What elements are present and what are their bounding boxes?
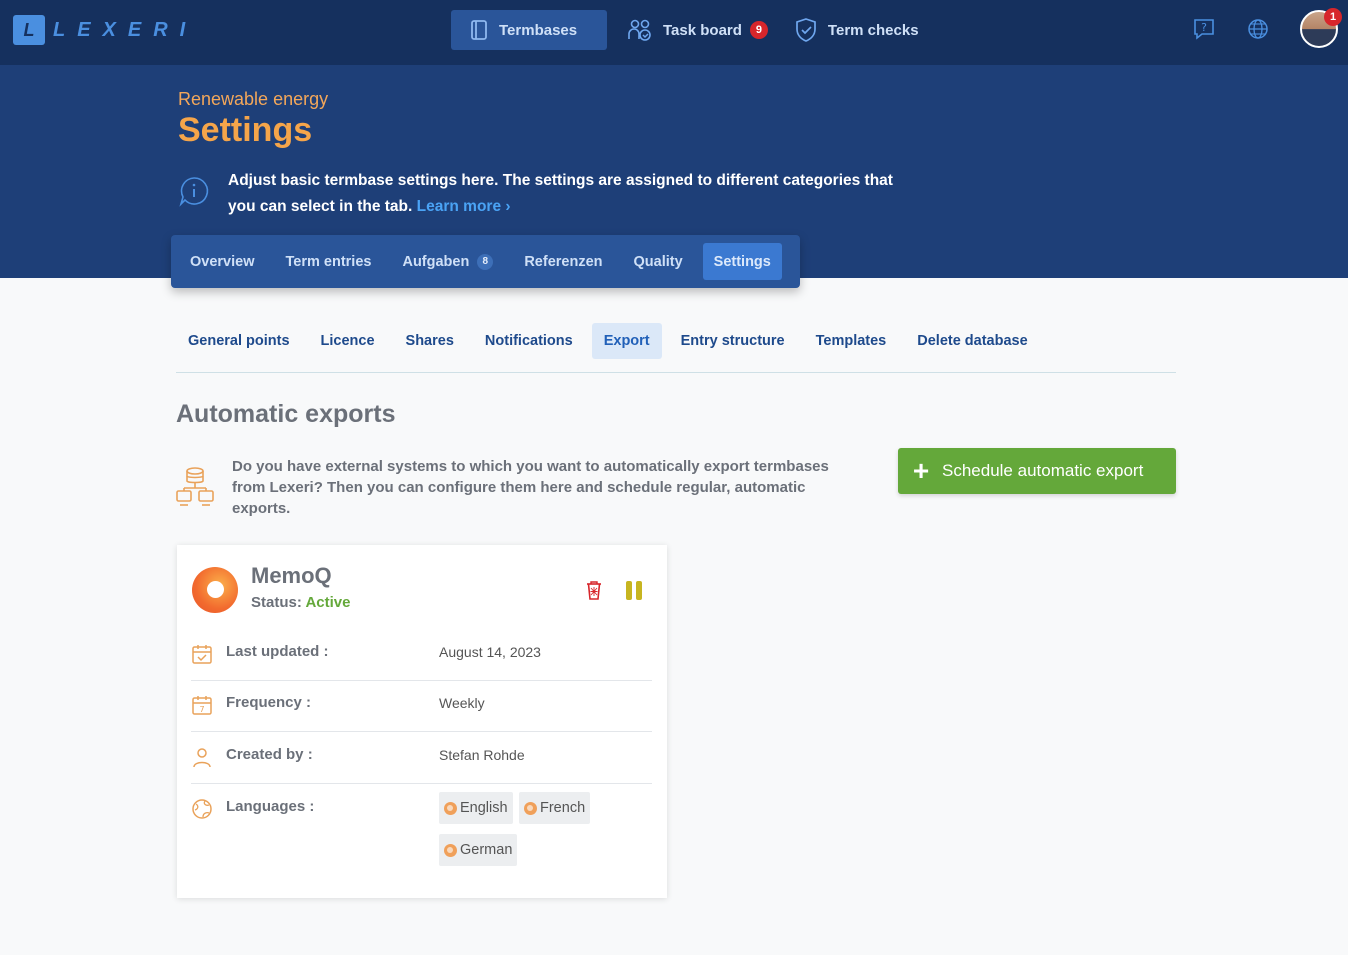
- frequency-label: Frequency :: [226, 694, 312, 711]
- language-chip-german: German: [439, 834, 518, 866]
- memoq-logo-icon: [192, 567, 238, 613]
- last-updated-value: August 14, 2023: [439, 644, 541, 660]
- row-created-by: Created by : Stefan Rohde: [191, 746, 652, 784]
- breadcrumb-termbase[interactable]: Renewable energy: [178, 89, 328, 110]
- user-icon: [193, 748, 211, 768]
- user-avatar[interactable]: 1: [1300, 8, 1342, 48]
- settings-subtabs: General points Licence Shares Notificati…: [176, 323, 1176, 373]
- aufgaben-count-badge: 8: [477, 253, 494, 270]
- row-languages: Languages : English French German: [191, 792, 652, 878]
- subtab-licence[interactable]: Licence: [309, 323, 387, 359]
- tab-quality[interactable]: Quality: [623, 243, 694, 280]
- schedule-automatic-export-button[interactable]: + Schedule automatic export: [898, 448, 1176, 494]
- info-text: Adjust basic termbase settings here. The…: [228, 172, 893, 215]
- nav-task-board[interactable]: Task board 9: [627, 10, 768, 50]
- svg-text:?: ?: [1201, 21, 1207, 34]
- section-title: Automatic exports: [176, 400, 396, 428]
- subtab-shares[interactable]: Shares: [394, 323, 466, 359]
- top-right-actions: ? 1: [1192, 8, 1342, 48]
- chevron-right-icon: ›: [505, 198, 511, 215]
- svg-text:7: 7: [199, 705, 204, 714]
- database-network-icon: [176, 467, 214, 506]
- help-icon[interactable]: ?: [1192, 17, 1216, 41]
- language-chip-french: French: [519, 792, 591, 824]
- created-by-label: Created by :: [226, 746, 313, 763]
- tab-aufgaben-label: Aufgaben: [402, 253, 470, 270]
- export-target-name: MemoQ: [251, 563, 332, 588]
- last-updated-label: Last updated :: [226, 643, 329, 660]
- pause-icon[interactable]: [626, 581, 644, 600]
- language-chip-english: English: [439, 792, 513, 824]
- calendar-check-icon: [192, 645, 212, 664]
- export-card-memoq: MemoQ Status: Active Last updated : Augu…: [177, 545, 667, 898]
- section-intro: Do you have external systems to which yo…: [232, 458, 829, 517]
- calendar-icon: 7: [192, 696, 212, 715]
- nav-task-board-label: Task board: [663, 21, 742, 39]
- subtab-delete-database[interactable]: Delete database: [905, 323, 1039, 359]
- language-name: German: [460, 842, 513, 858]
- status-value: Active: [305, 594, 351, 611]
- globe-icon: [444, 843, 457, 857]
- plus-icon: +: [912, 455, 930, 486]
- task-board-count-badge: 9: [749, 21, 768, 39]
- nav-termbases[interactable]: Termbases: [451, 10, 607, 50]
- top-navigation-bar: L LEXERI Termbases Task board 9 Term che…: [0, 0, 1348, 65]
- page-title: Settings: [178, 111, 313, 149]
- subtab-templates[interactable]: Templates: [804, 323, 899, 359]
- trash-icon[interactable]: [584, 579, 604, 601]
- languages-label: Languages :: [226, 798, 315, 815]
- globe-icon: [524, 801, 537, 815]
- row-frequency: 7 Frequency : Weekly: [191, 694, 652, 732]
- avatar-notification-badge: 1: [1324, 8, 1342, 26]
- subtab-export[interactable]: Export: [591, 323, 662, 359]
- globe-icon[interactable]: [1246, 17, 1270, 41]
- team-tasks-icon: [628, 19, 651, 41]
- nav-termbases-label: Termbases: [499, 21, 578, 39]
- nav-term-checks[interactable]: Term checks: [794, 10, 919, 50]
- termbase-tabs: Overview Term entries Aufgaben 8 Referen…: [171, 235, 800, 288]
- export-status: Status: Active: [251, 594, 351, 611]
- lexeri-logo[interactable]: L LEXERI: [13, 15, 197, 45]
- main-nav: Termbases Task board 9 Term checks: [451, 10, 919, 50]
- tab-overview[interactable]: Overview: [179, 243, 266, 280]
- globe-outline-icon: [192, 799, 212, 819]
- logo-wordmark: LEXERI: [53, 18, 198, 41]
- tab-settings[interactable]: Settings: [702, 243, 782, 280]
- globe-icon: [444, 801, 457, 815]
- tab-term-entries[interactable]: Term entries: [275, 243, 383, 280]
- row-last-updated: Last updated : August 14, 2023: [191, 643, 652, 681]
- frequency-value: Weekly: [439, 695, 485, 711]
- info-description: Adjust basic termbase settings here. The…: [228, 168, 898, 220]
- subtab-notifications[interactable]: Notifications: [473, 323, 585, 359]
- language-name: French: [540, 800, 586, 816]
- info-icon: [179, 177, 209, 207]
- language-name: English: [460, 800, 508, 816]
- status-label: Status:: [251, 594, 302, 611]
- nav-term-checks-label: Term checks: [827, 21, 919, 39]
- shield-check-icon: [796, 18, 816, 42]
- created-by-value: Stefan Rohde: [439, 747, 525, 763]
- subtab-entry-structure[interactable]: Entry structure: [669, 323, 797, 359]
- learn-more-link[interactable]: Learn more ›: [417, 198, 511, 215]
- logo-mark-icon: L: [13, 15, 45, 45]
- schedule-button-label: Schedule automatic export: [942, 461, 1144, 480]
- tab-referenzen[interactable]: Referenzen: [513, 243, 613, 280]
- book-icon: [471, 20, 487, 40]
- subtab-general-points[interactable]: General points: [176, 323, 302, 359]
- tab-aufgaben[interactable]: Aufgaben 8: [391, 243, 504, 280]
